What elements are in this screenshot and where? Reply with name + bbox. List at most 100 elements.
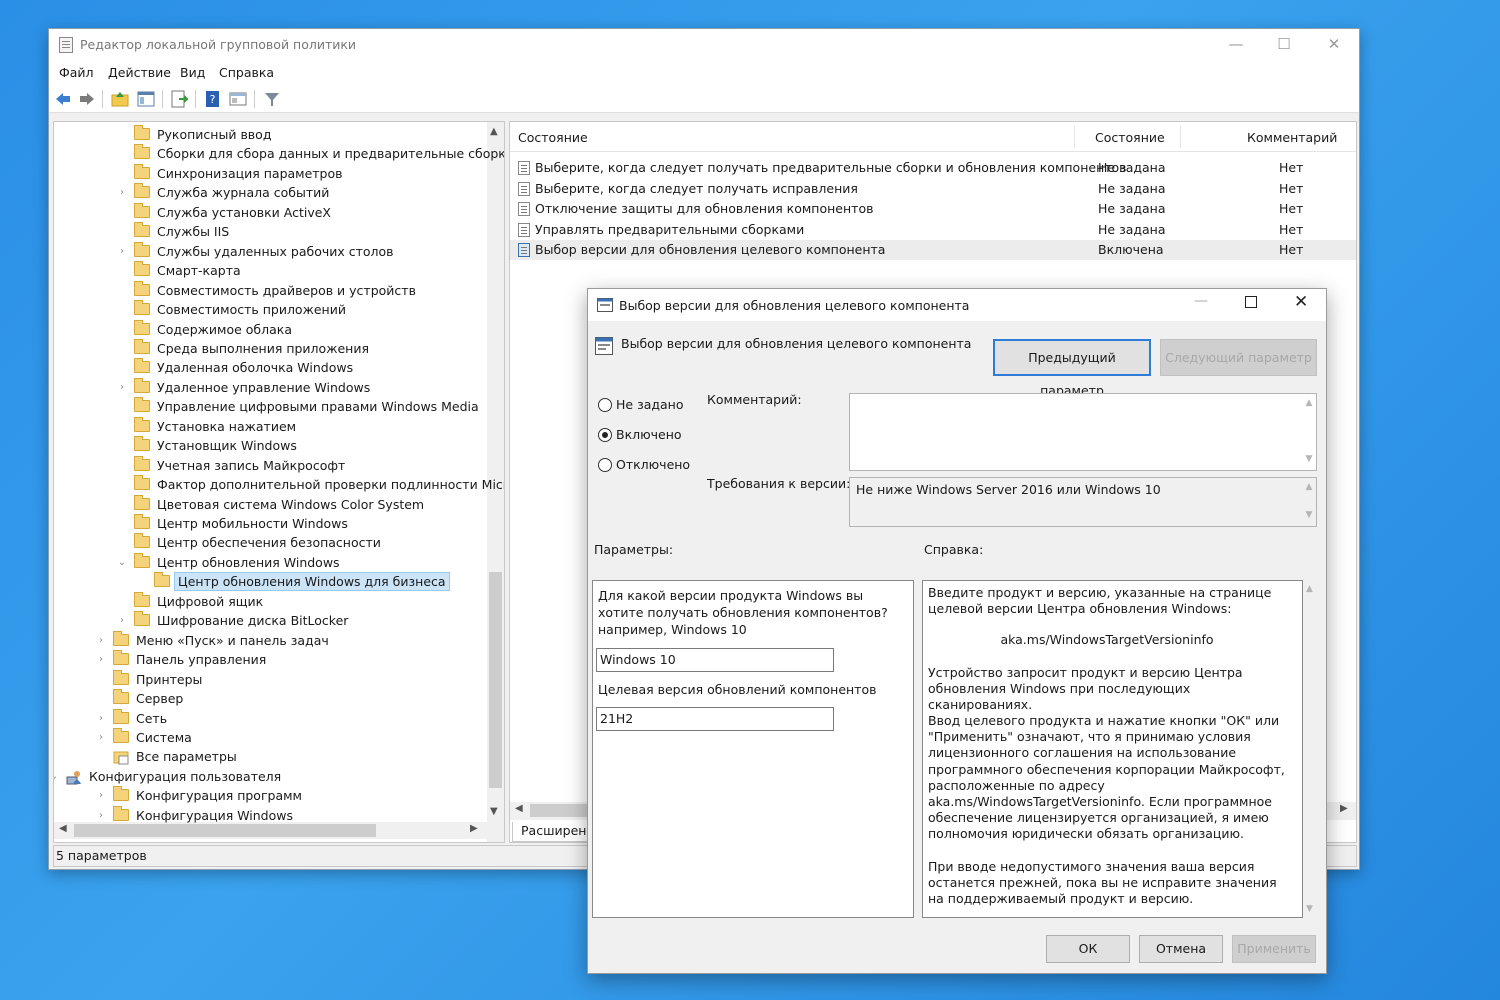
tree-item[interactable]: › Удаленное управление Windows [54, 377, 486, 397]
comment-textarea[interactable]: ▲ ▼ [849, 393, 1317, 471]
policy-row[interactable]: Управлять предварительными сборками Не за… [510, 220, 1356, 240]
tree-item[interactable]: Фактор дополнительной проверки подлиннос… [54, 475, 504, 494]
column-header-setting[interactable]: Состояние [518, 130, 588, 145]
expand-chevron-icon[interactable]: › [96, 728, 106, 747]
maximize-button[interactable]: ☐ [1261, 29, 1307, 61]
collapse-chevron-icon[interactable]: ⌄ [117, 553, 127, 572]
tree-item[interactable]: Управление цифровыми правами Windows Med… [54, 397, 486, 416]
expand-chevron-icon[interactable]: › [96, 786, 106, 805]
tree-item[interactable]: Совместимость приложений [54, 300, 486, 319]
tree-item[interactable]: › Панель управления [54, 650, 486, 669]
tree-hscroll-thumb[interactable] [74, 824, 376, 837]
back-icon[interactable] [54, 90, 72, 108]
tree-item[interactable]: › Меню «Пуск» и панель задач [54, 630, 486, 650]
menu-action[interactable]: Действие [108, 65, 171, 80]
tree-item[interactable]: Установка нажатием [54, 416, 486, 436]
column-header-state[interactable]: Состояние [1095, 130, 1165, 145]
dialog-minimize-button[interactable]: — [1194, 293, 1208, 309]
scroll-down-arrow-icon[interactable]: ▼ [1306, 904, 1313, 914]
policy-row[interactable]: Выберите, когда следует получать исправл… [510, 179, 1356, 199]
tree-item[interactable]: › Шифрование диска BitLocker [54, 611, 486, 630]
tree-item[interactable]: › Сеть [54, 708, 486, 728]
tree-item[interactable]: ⌄ Центр обновления Windows [54, 552, 486, 572]
properties-icon[interactable] [229, 90, 247, 108]
expand-chevron-icon[interactable]: › [96, 631, 106, 650]
scroll-up-arrow-icon[interactable]: ▲ [1306, 584, 1313, 594]
tree-item[interactable]: Установщик Windows [54, 436, 486, 455]
show-hide-tree-icon[interactable] [137, 90, 155, 108]
tree-item[interactable]: › Службы удаленных рабочих столов [54, 241, 486, 261]
menu-view[interactable]: Вид [180, 65, 205, 80]
tree-item[interactable]: Синхронизация параметров [54, 163, 486, 183]
column-header-comment[interactable]: Комментарий [1247, 130, 1337, 145]
apply-button[interactable]: Применить [1232, 935, 1316, 963]
filter-icon[interactable] [263, 90, 281, 108]
expand-chevron-icon[interactable]: › [117, 611, 127, 630]
menu-help[interactable]: Справка [219, 65, 274, 80]
list-hscroll-thumb[interactable] [530, 804, 590, 817]
collapse-chevron-icon[interactable]: ⌄ [54, 767, 59, 786]
expand-chevron-icon[interactable]: › [96, 806, 106, 825]
next-setting-button[interactable]: Следующий параметр [1160, 339, 1317, 376]
tree-item[interactable]: Совместимость драйверов и устройств [54, 280, 486, 300]
product-version-input[interactable]: Windows 10 [596, 648, 834, 672]
expand-chevron-icon[interactable]: › [96, 709, 106, 728]
tree-item[interactable]: › Конфигурация программ [54, 786, 486, 805]
tree-item[interactable]: Смарт-карта [54, 261, 486, 280]
expand-chevron-icon[interactable]: › [117, 378, 127, 397]
tree-item[interactable]: Учетная запись Майкрософт [54, 455, 486, 475]
tree-scroll-thumb[interactable] [489, 572, 502, 788]
tree-item[interactable]: Сервер [54, 689, 486, 708]
scroll-down-arrow-icon[interactable]: ▼ [490, 806, 498, 817]
scroll-left-arrow-icon[interactable]: ◀ [515, 803, 523, 814]
tree-item[interactable]: Среда выполнения приложения [54, 338, 486, 358]
policy-row[interactable]: Выберите, когда следует получать предвар… [510, 158, 1356, 178]
menu-file[interactable]: Файл [59, 65, 94, 80]
scroll-up-arrow-icon[interactable]: ▲ [490, 126, 498, 137]
tree-item[interactable]: Цифровой ящик [54, 591, 486, 611]
tree-item[interactable]: Рукописный ввод [54, 125, 486, 144]
minimize-button[interactable]: — [1213, 29, 1259, 61]
radio-not-configured[interactable] [598, 398, 612, 412]
tree-item[interactable]: Служба установки ActiveX [54, 202, 486, 222]
cancel-button[interactable]: Отмена [1139, 935, 1223, 963]
previous-setting-button[interactable]: Предыдущий параметр [993, 339, 1151, 398]
up-folder-icon[interactable] [111, 90, 129, 108]
expand-chevron-icon[interactable]: › [96, 650, 106, 669]
close-button[interactable]: ✕ [1311, 29, 1357, 61]
tree-item[interactable]: Удаленная оболочка Windows [54, 358, 486, 377]
policy-row[interactable]: Выбор версии для обновления целевого ком… [510, 240, 1356, 261]
radio-disabled-label[interactable]: Отключено [616, 457, 690, 472]
radio-not-configured-label[interactable]: Не задано [616, 397, 684, 412]
expand-chevron-icon[interactable]: › [117, 242, 127, 261]
target-version-input[interactable]: 21H2 [596, 707, 834, 731]
tree-item[interactable]: Принтеры [54, 669, 486, 689]
export-list-icon[interactable] [170, 90, 188, 108]
ok-button[interactable]: ОК [1046, 935, 1130, 963]
radio-disabled[interactable] [598, 458, 612, 472]
tree-item[interactable]: ⌄ Конфигурация пользователя [54, 767, 486, 786]
radio-enabled[interactable] [598, 428, 612, 442]
dialog-close-button[interactable]: ✕ [1294, 292, 1308, 312]
scroll-down-arrow-icon[interactable]: ▼ [1304, 454, 1314, 464]
radio-enabled-label[interactable]: Включено [616, 427, 682, 442]
help-icon[interactable]: ? [204, 90, 222, 108]
tree-item[interactable]: Цветовая система Windows Color System [54, 494, 486, 514]
tree-item[interactable]: › Служба журнала событий [54, 183, 486, 202]
tree-item[interactable]: › Система [54, 727, 486, 747]
tree-item[interactable]: › Конфигурация Windows [54, 805, 486, 825]
tree-item[interactable]: Службы IIS [54, 222, 486, 241]
tree-item[interactable]: Содержимое облака [54, 319, 486, 339]
tree-item[interactable]: Сборки для сбора данных и предварительны… [54, 144, 504, 163]
tree-item[interactable]: Центр мобильности Windows [54, 514, 486, 533]
scroll-down-arrow-icon[interactable]: ▼ [1304, 510, 1314, 520]
expand-chevron-icon[interactable]: › [117, 183, 127, 202]
policy-row[interactable]: Отключение защиты для обновления компоне… [510, 199, 1356, 219]
tree-item[interactable]: Все параметры [54, 747, 486, 766]
dialog-maximize-button[interactable] [1245, 296, 1257, 308]
tree-item[interactable]: Центр обеспечения безопасности [54, 533, 486, 552]
scroll-up-arrow-icon[interactable]: ▲ [1304, 398, 1314, 408]
scroll-up-arrow-icon[interactable]: ▲ [1304, 482, 1314, 492]
tree-item[interactable]: Центр обновления Windows для бизнеса [54, 572, 486, 592]
forward-icon[interactable] [78, 90, 96, 108]
